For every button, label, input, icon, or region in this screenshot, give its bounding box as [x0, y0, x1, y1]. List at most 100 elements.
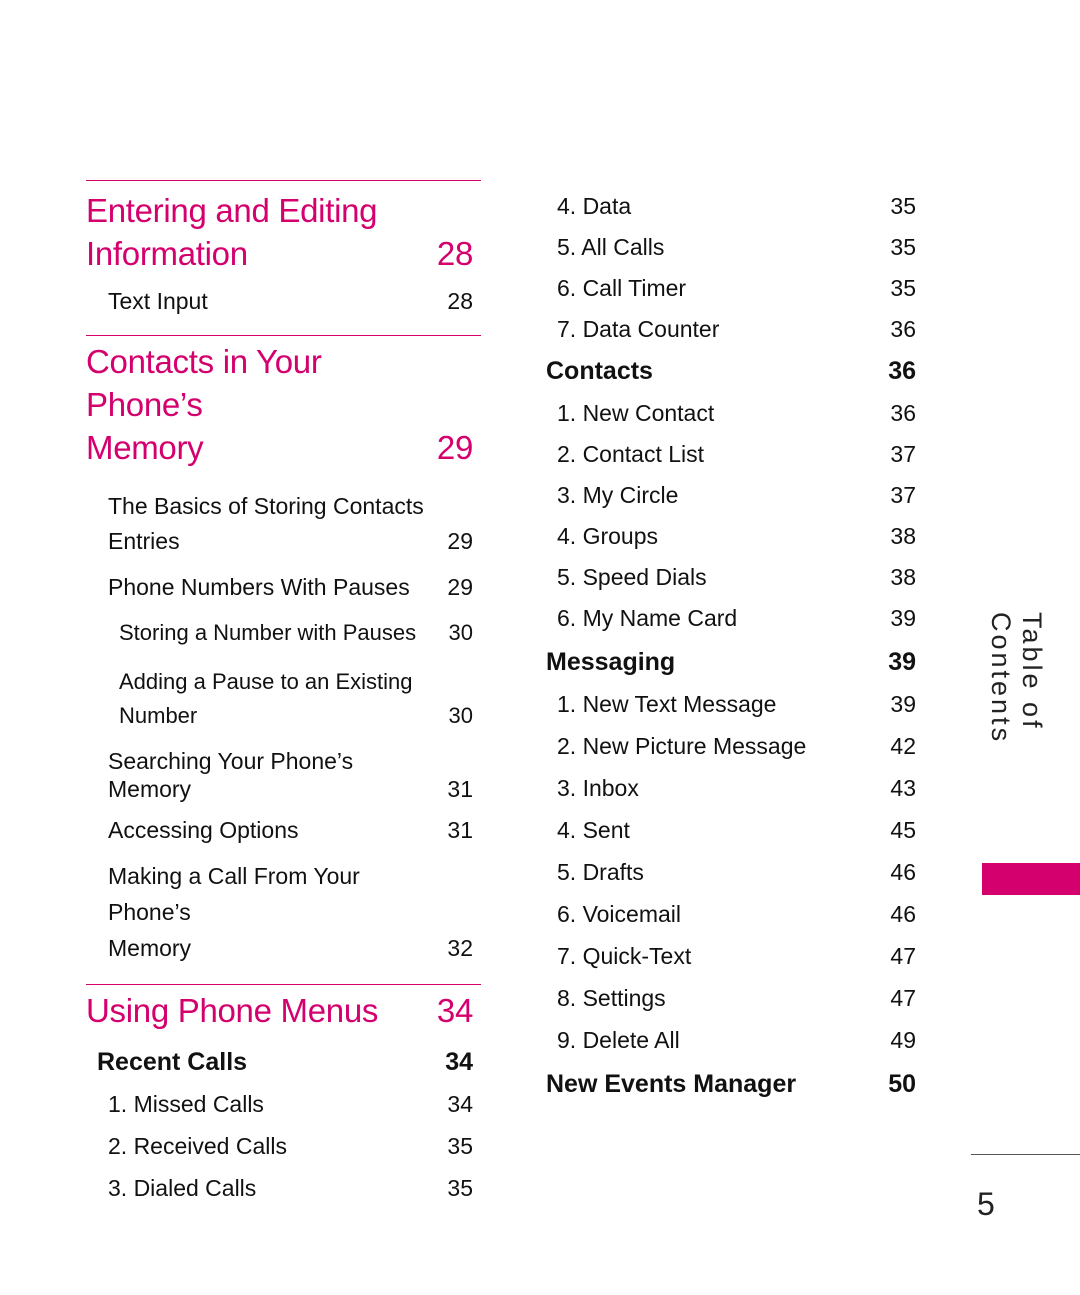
chapter-page: 29: [436, 429, 473, 466]
side-tab-text: Table of Contents: [986, 612, 1047, 745]
entry-page: 38: [890, 564, 916, 590]
entry-page: 30: [448, 703, 473, 728]
chapter-using-phone-menus[interactable]: Using Phone Menus 34: [86, 989, 481, 1032]
toc-entry[interactable]: Searching Your Phone’s Memory 31: [86, 747, 481, 803]
entry-label: 2. Contact List: [557, 441, 705, 467]
toc-entry[interactable]: Adding a Pause to an Existing Number 30: [86, 665, 481, 733]
toc-entry[interactable]: 2. Contact List 37: [546, 440, 924, 468]
entry-label: 5. Speed Dials: [557, 564, 707, 590]
section-new-events-manager[interactable]: New Events Manager 50: [546, 1070, 924, 1098]
entry-page: 31: [447, 776, 473, 802]
entry-label: 6. My Name Card: [557, 605, 738, 631]
entry-page: 46: [890, 901, 916, 927]
entry-page: 47: [890, 943, 916, 969]
section-page: 36: [888, 357, 916, 385]
entry-label: 4. Groups: [557, 523, 658, 549]
toc-entry[interactable]: 1. Missed Calls 34: [86, 1090, 481, 1118]
toc-entry[interactable]: 5. Drafts 46: [546, 858, 924, 886]
toc-entry[interactable]: 6. My Name Card 39: [546, 604, 924, 632]
toc-entry[interactable]: 4. Data 35: [546, 192, 924, 220]
entry-page: 32: [447, 935, 473, 961]
section-label: Contacts: [546, 357, 653, 385]
entry-label: 6. Call Timer: [557, 275, 687, 301]
entry-label: 6. Voicemail: [557, 901, 682, 927]
entry-label: 3. My Circle: [557, 482, 679, 508]
toc-entry[interactable]: 1. New Text Message 39: [546, 690, 924, 718]
chapter-divider: [86, 984, 481, 985]
section-label: New Events Manager: [546, 1070, 797, 1098]
chapter-entering-editing[interactable]: Entering and Editing Information 28: [86, 189, 481, 275]
entry-label: Memory: [108, 935, 192, 961]
entry-label: 9. Delete All: [557, 1027, 680, 1053]
entry-page: 35: [890, 193, 916, 219]
toc-entry[interactable]: 2. Received Calls 35: [86, 1132, 481, 1160]
toc-entry[interactable]: 7. Quick-Text 47: [546, 942, 924, 970]
recent-calls-continued: 4. Data 35 5. All Calls 35 6. Call Timer 35…: [546, 192, 924, 343]
footer-divider: [971, 1154, 1080, 1155]
chapter-contacts-memory[interactable]: Contacts in Your Phone’s Memory 29: [86, 340, 481, 469]
toc-left-column: Entering and Editing Information 28 Text…: [86, 180, 481, 1202]
section-page: 39: [888, 648, 916, 676]
section-recent-calls[interactable]: Recent Calls 34: [86, 1048, 481, 1076]
entry-page: 38: [890, 523, 916, 549]
toc-entry[interactable]: Phone Numbers With Pauses 29: [86, 573, 481, 601]
section-contacts[interactable]: Contacts 36: [546, 357, 924, 385]
section-messaging[interactable]: Messaging 39: [546, 648, 924, 676]
toc-entry[interactable]: 2. New Picture Message 42: [546, 732, 924, 760]
chapter-divider: [86, 180, 481, 181]
entry-label: 8. Settings: [557, 985, 666, 1011]
entry-label: 2. New Picture Message: [557, 733, 807, 759]
page-number: 5: [977, 1186, 995, 1222]
section-label: Recent Calls: [97, 1048, 248, 1076]
entry-label: 1. Missed Calls: [108, 1091, 264, 1117]
toc-entry[interactable]: Making a Call From Your Phone’s Memory 3…: [86, 858, 481, 966]
toc-entry[interactable]: 8. Settings 47: [546, 984, 924, 1012]
chapter-title: Information: [86, 235, 248, 272]
toc-entry[interactable]: 7. Data Counter 36: [546, 315, 924, 343]
chapter-title: Using Phone Menus: [86, 992, 379, 1029]
toc-entry[interactable]: 4. Groups 38: [546, 522, 924, 550]
entry-page: 35: [447, 1133, 473, 1159]
entry-label: Entries: [108, 528, 180, 554]
entry-page: 29: [447, 574, 473, 600]
toc-entry[interactable]: 5. All Calls 35: [546, 233, 924, 261]
toc-entry[interactable]: 3. Dialed Calls 35: [86, 1174, 481, 1202]
toc-entry[interactable]: The Basics of Storing Contacts Entries 2…: [86, 489, 481, 559]
chapter-title: Memory: [86, 429, 204, 466]
toc-entry[interactable]: Text Input 28: [86, 287, 481, 315]
toc-entry[interactable]: 4. Sent 45: [546, 816, 924, 844]
entry-page: 37: [890, 441, 916, 467]
toc-entry[interactable]: Accessing Options 31: [86, 816, 481, 844]
toc-right-column: 4. Data 35 5. All Calls 35 6. Call Timer 35…: [546, 186, 924, 1098]
entry-label: Searching Your Phone’s Memory: [108, 748, 354, 802]
toc-entry[interactable]: 6. Voicemail 46: [546, 900, 924, 928]
entry-label: 4. Sent: [557, 817, 630, 843]
entry-label: 7. Quick-Text: [557, 943, 692, 969]
entry-label: 5. Drafts: [557, 859, 644, 885]
toc-entry[interactable]: 6. Call Timer 35: [546, 274, 924, 302]
toc-entry[interactable]: 1. New Contact 36: [546, 399, 924, 427]
chapter-title: Contacts in Your Phone’s: [86, 343, 322, 423]
entry-page: 35: [890, 234, 916, 260]
toc-entry[interactable]: 9. Delete All 49: [546, 1026, 924, 1054]
chapter-divider: [86, 335, 481, 336]
toc-entry[interactable]: 3. My Circle 37: [546, 481, 924, 509]
entry-label: Making a Call From Your Phone’s: [108, 863, 360, 925]
toc-entry[interactable]: Storing a Number with Pauses 30: [86, 619, 481, 647]
toc-entry[interactable]: 3. Inbox 43: [546, 774, 924, 802]
entry-page: 29: [447, 528, 473, 554]
section-page: 50: [888, 1070, 916, 1098]
entry-label: 1. New Text Message: [557, 691, 777, 717]
entry-page: 28: [447, 288, 473, 314]
entry-label: 1. New Contact: [557, 400, 715, 426]
entry-page: 36: [890, 316, 916, 342]
entry-label: Number: [119, 703, 198, 728]
toc-entry[interactable]: 5. Speed Dials 38: [546, 563, 924, 591]
entry-label: Phone Numbers With Pauses: [108, 574, 410, 600]
chapter-page: 34: [436, 992, 473, 1029]
entry-page: 46: [890, 859, 916, 885]
entry-label: Accessing Options: [108, 817, 299, 843]
chapter-page: 28: [436, 235, 473, 272]
entry-page: 47: [890, 985, 916, 1011]
entry-label: Text Input: [108, 288, 208, 314]
